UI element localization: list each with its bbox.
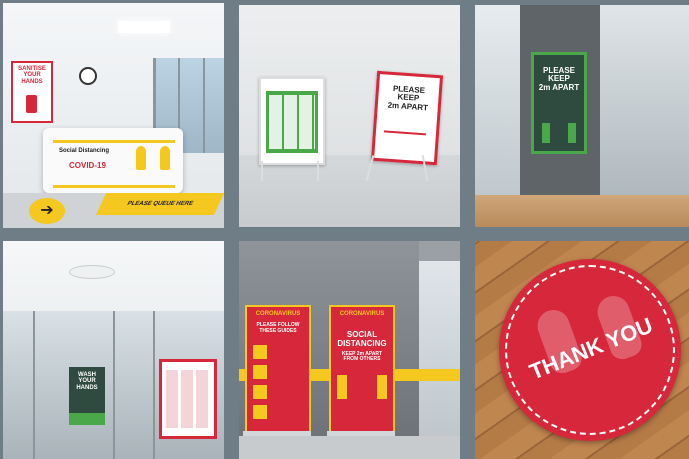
- queue-floor-sticker: PLEASE QUEUE HERE: [95, 193, 224, 215]
- social-distancing-banner: CORONAVIRUS SOCIAL DISTANCING KEEP 2m AP…: [329, 305, 395, 433]
- coronavirus-guide-banner: CORONAVIRUS PLEASE FOLLOW THESE GUIDES: [245, 305, 311, 433]
- glass-wall: [600, 5, 689, 200]
- sanitise-sign-text: SANITISE YOUR HANDS: [18, 66, 46, 85]
- photo-glass-office: WASH YOUR HANDS: [3, 241, 224, 459]
- floor: [239, 155, 460, 227]
- sanitiser-bottle-icon: [26, 95, 37, 113]
- ceiling-light: [118, 21, 170, 33]
- photo-roll-up-banners: CORONAVIRUS PLEASE FOLLOW THESE GUIDES C…: [239, 241, 460, 459]
- guidance-poster: [159, 359, 217, 439]
- arrow-floor-sticker: ➔: [29, 198, 65, 224]
- person-icon: [136, 146, 146, 170]
- ceiling-light: [69, 265, 115, 279]
- keep-apart-door-sign: PLEASE KEEP 2m APART: [531, 52, 587, 154]
- person-icon: [337, 375, 347, 399]
- person-icon: [542, 123, 550, 143]
- floor: [239, 436, 460, 459]
- guide-icons: [253, 345, 267, 425]
- queue-sticker-text: PLEASE QUEUE HERE: [125, 201, 195, 207]
- person-icon: [160, 146, 170, 170]
- photo-office-door-sign: PLEASE KEEP 2m APART: [475, 5, 689, 227]
- poster-a-board: [259, 77, 325, 165]
- banner1-subtitle: PLEASE FOLLOW THESE GUIDES: [256, 322, 300, 334]
- counter-title: Social Distancing: [59, 148, 110, 154]
- floor: [475, 195, 689, 227]
- a-board-text: PLEASE KEEP 2m APART: [387, 83, 429, 113]
- photo-floor-sticker: THANK YOU: [475, 241, 689, 459]
- thank-you-floor-sticker: THANK YOU: [499, 259, 681, 441]
- banner2-header: CORONAVIRUS: [339, 311, 385, 317]
- keep-apart-a-board: PLEASE KEEP 2m APART: [370, 70, 444, 166]
- photo-reception-signage: SANITISE YOUR HANDS Social Distancing CO…: [3, 3, 224, 228]
- person-icon: [568, 123, 576, 143]
- sanitise-hands-sign: SANITISE YOUR HANDS: [11, 61, 53, 123]
- banner2-subtitle: KEEP 2m APART FROM OTHERS: [341, 351, 383, 363]
- reception-counter: Social Distancing COVID-19: [43, 128, 183, 193]
- counter-subtitle: COVID-19: [69, 161, 106, 170]
- banner1-header: CORONAVIRUS: [255, 311, 301, 317]
- photo-a-boards: PLEASE KEEP 2m APART: [239, 5, 460, 227]
- door-sign-text: PLEASE KEEP 2m APART: [538, 66, 580, 92]
- window: [419, 261, 460, 436]
- wall-clock: [79, 67, 97, 85]
- distance-icon: [382, 130, 426, 150]
- banner2-title: SOCIAL DISTANCING: [337, 330, 387, 348]
- wash-sign-text: WASH YOUR HANDS: [76, 372, 98, 391]
- person-icon: [377, 375, 387, 399]
- wash-hands-sign: WASH YOUR HANDS: [69, 367, 105, 425]
- glass-wall: [475, 5, 520, 227]
